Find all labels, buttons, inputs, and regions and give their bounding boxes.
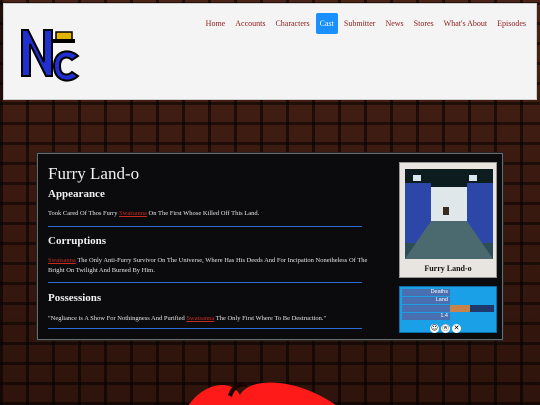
section-heading-appearance: Appearance [48,188,105,200]
x-icon[interactable]: ✕ [452,324,461,333]
smiley-icon[interactable]: ☺ [430,324,439,333]
site-logo[interactable] [14,18,84,88]
stat-bar [450,305,494,312]
nav-characters[interactable]: Characters [271,13,313,34]
site-header: Home Accounts Characters Cast Submitter … [3,3,537,100]
section-divider [48,282,362,283]
nav-home[interactable]: Home [202,13,230,34]
character-panel: Furry Land-o Appearance Took Cared Of Th… [37,153,503,340]
red-decoration [188,382,336,405]
stats-box: Deaths Land 1.4 ☺ ⓦ ✕ [399,286,497,333]
stat-label: Land [402,297,450,304]
section-divider [48,328,362,329]
stat-bar-fill [450,305,470,312]
nav-submitter[interactable]: Submitter [340,13,380,34]
w-icon[interactable]: ⓦ [441,324,450,333]
nav-cast[interactable]: Cast [315,13,338,34]
section-text-possessions: "Negliance is A Show For Nothingness And… [48,315,327,322]
nav-stores[interactable]: Stores [410,13,438,34]
nav-whats-about[interactable]: What's About [440,13,491,34]
stat-label: Deaths [402,289,450,296]
character-link[interactable]: Swatsanna [186,315,214,322]
section-text-corruptions: Swatsanna The Only Anti-Furry Survivor O… [48,257,368,274]
section-heading-corruptions: Corruptions [48,235,107,247]
section-text-appearance: Took Cared Of Thos Furry Swatsanna On Th… [48,210,260,217]
character-caption: Furry Land-o [424,264,472,273]
character-image [405,169,493,259]
stat-icons: ☺ ⓦ ✕ [430,324,461,333]
character-link[interactable]: Swatsanna [48,257,76,264]
character-image-card: Furry Land-o [399,162,497,278]
stat-label [402,305,450,312]
stat-label: 1.4 [402,313,450,320]
character-link[interactable]: Swatsanna [119,210,147,217]
section-divider [48,226,362,227]
page-title: Furry Land-o [48,164,140,183]
section-heading-possessions: Possessions [48,292,102,304]
nav-news[interactable]: News [381,13,407,34]
main-nav: Home Accounts Characters Cast Submitter … [202,13,530,34]
nav-episodes[interactable]: Episodes [493,13,530,34]
nav-accounts[interactable]: Accounts [231,13,269,34]
